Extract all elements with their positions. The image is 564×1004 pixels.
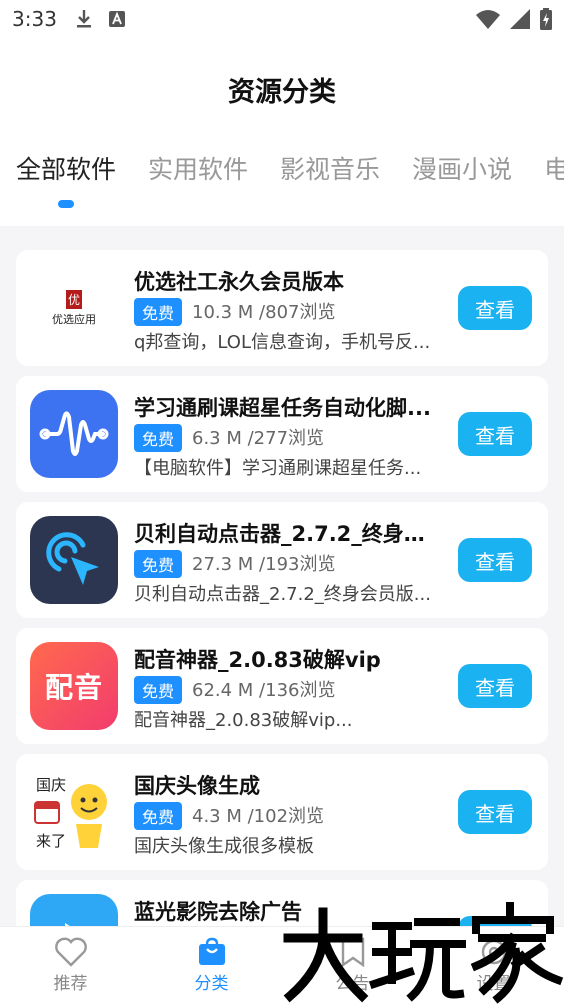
free-badge: 免费 — [134, 802, 183, 830]
tab-partial[interactable]: 电 — [544, 150, 564, 210]
tab-utility-software[interactable]: 实用软件 — [148, 150, 248, 210]
app-icon-text: 配音 — [44, 671, 103, 704]
battery-charging-icon — [540, 8, 552, 30]
nav-recommend[interactable]: 推荐 — [0, 927, 141, 1004]
wifi-icon — [476, 9, 500, 29]
app-title: 贝利自动点击器_2.7.2_终身会... — [134, 522, 440, 546]
app-list: 优 优选应用 优选社工永久会员版本 免费 10.3 M /807浏览 q邦查询，… — [0, 226, 564, 926]
cursor-click-app-icon — [30, 516, 118, 604]
play-app-icon — [30, 894, 118, 926]
app-meta: 6.3 M /277浏览 — [192, 428, 325, 449]
app-description: 【电脑软件】学习通刷课超星任务... — [134, 458, 422, 479]
shopping-bag-icon — [198, 937, 225, 965]
emoji-mascot-icon — [71, 784, 107, 848]
view-button[interactable]: 查看 — [458, 538, 532, 582]
view-button[interactable]: 查看 — [458, 790, 532, 834]
app-icon-text-top: 国庆 — [36, 776, 67, 794]
a-notification-icon — [108, 11, 125, 27]
app-description: 国庆头像生成很多模板 — [134, 836, 314, 857]
app-icon-logo-text: 优 — [65, 290, 82, 309]
list-item[interactable]: 国庆 来了 国庆头像生成 免费 4.3 M /102浏览 国庆头像生成很多模板 … — [16, 754, 548, 870]
tab-comics-novels[interactable]: 漫画小说 — [412, 150, 512, 210]
heart-icon — [54, 937, 87, 967]
nav-label: 推荐 — [53, 974, 88, 994]
app-title: 学习通刷课超星任务自动化脚... — [134, 396, 431, 420]
active-tab-indicator — [58, 200, 74, 208]
app-meta: 4.3 M /102浏览 — [192, 806, 325, 827]
list-item[interactable]: 贝利自动点击器_2.7.2_终身会... 免费 27.3 M /193浏览 贝利… — [16, 502, 548, 618]
app-description: 配音神器_2.0.83破解vip... — [134, 710, 353, 731]
nav-label: 分类 — [194, 974, 229, 994]
app-meta: 10.3 M /807浏览 — [192, 302, 336, 323]
app-description: q邦查询，LOL信息查询，手机号反... — [134, 332, 431, 353]
list-item[interactable]: 配音 配音神器_2.0.83破解vip 免费 62.4 M /136浏览 配音神… — [16, 628, 548, 744]
list-item[interactable]: 优 优选应用 优选社工永久会员版本 免费 10.3 M /807浏览 q邦查询，… — [16, 250, 548, 366]
app-title: 优选社工永久会员版本 — [134, 270, 344, 294]
app-meta: 62.4 M /136浏览 — [192, 680, 336, 701]
app-title: 配音神器_2.0.83破解vip — [134, 648, 381, 672]
app-description: 贝利自动点击器_2.7.2_终身会员版... — [134, 584, 431, 605]
calendar-icon — [34, 801, 60, 824]
page-title: 资源分类 — [228, 77, 336, 108]
tab-video-music[interactable]: 影视音乐 — [280, 150, 380, 210]
status-time: 3:33 — [12, 7, 57, 31]
free-badge: 免费 — [134, 550, 183, 578]
free-badge: 免费 — [134, 298, 183, 326]
view-button[interactable]: 查看 — [458, 412, 532, 456]
waveform-app-icon — [30, 390, 118, 478]
view-button[interactable]: 查看 — [458, 664, 532, 708]
status-bar: 3:33 — [0, 0, 564, 38]
signal-icon — [510, 9, 530, 29]
free-badge: 免费 — [134, 424, 183, 452]
app-meta: 27.3 M /193浏览 — [192, 554, 336, 575]
app-icon-youxuan: 优 优选应用 — [30, 264, 118, 352]
free-badge: 免费 — [134, 676, 183, 704]
list-item[interactable]: 学习通刷课超星任务自动化脚... 免费 6.3 M /277浏览 【电脑软件】学… — [16, 376, 548, 492]
national-day-app-icon: 国庆 来了 — [30, 768, 118, 856]
app-title: 国庆头像生成 — [134, 774, 260, 798]
category-tabs: 全部软件 实用软件 影视音乐 漫画小说电 — [16, 150, 564, 210]
dubbing-app-icon: 配音 — [30, 642, 118, 730]
download-icon — [75, 9, 93, 29]
nav-category[interactable]: 分类 — [141, 927, 282, 1004]
app-icon-text-bottom: 来了 — [36, 832, 67, 850]
app-icon-caption: 优选应用 — [52, 313, 96, 326]
watermark-logo — [283, 902, 564, 1004]
view-button[interactable]: 查看 — [458, 286, 532, 330]
